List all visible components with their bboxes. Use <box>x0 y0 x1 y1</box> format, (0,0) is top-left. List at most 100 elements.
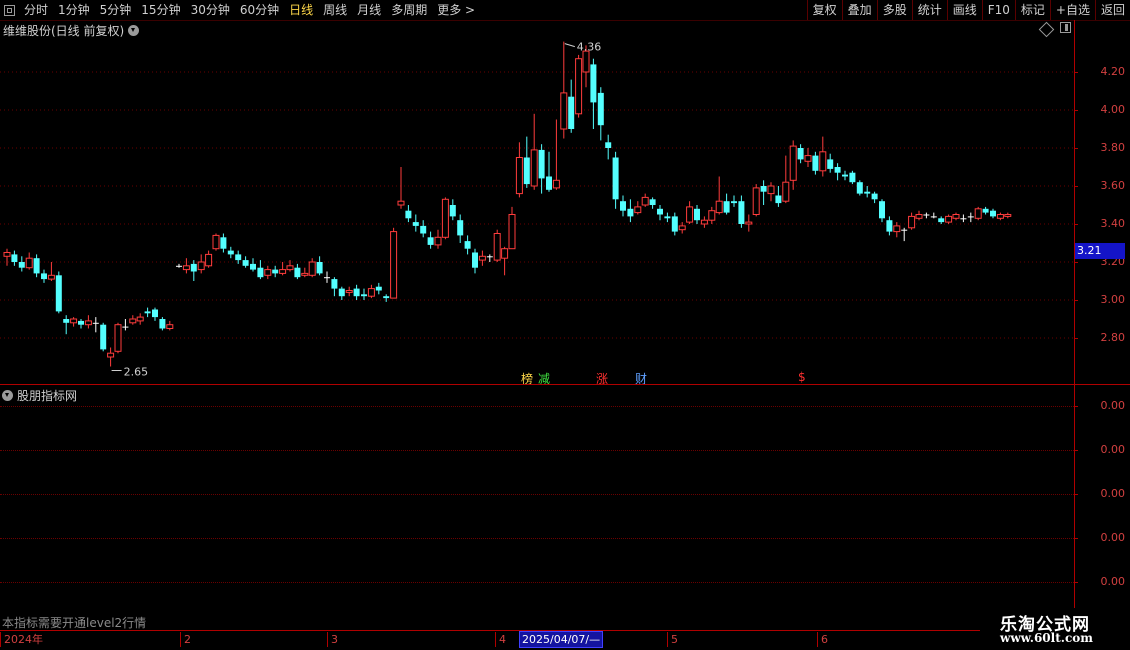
candle[interactable] <box>915 210 923 221</box>
candle[interactable] <box>397 167 405 209</box>
candle[interactable] <box>996 212 1004 221</box>
candle[interactable] <box>923 212 930 219</box>
candle[interactable] <box>664 212 671 223</box>
candle[interactable] <box>960 214 967 223</box>
candle[interactable] <box>457 214 464 244</box>
candle[interactable] <box>441 197 449 240</box>
candle[interactable] <box>420 220 427 238</box>
candle[interactable] <box>129 315 137 325</box>
candle[interactable] <box>856 180 863 196</box>
candle[interactable] <box>279 262 287 276</box>
candle[interactable] <box>945 214 953 225</box>
candle[interactable] <box>782 155 790 204</box>
candle[interactable] <box>546 151 552 192</box>
candle[interactable] <box>220 233 227 253</box>
indicator-title[interactable]: 股朋指标网 <box>2 387 77 404</box>
candle[interactable] <box>345 286 353 297</box>
candle[interactable] <box>501 246 509 276</box>
candle[interactable] <box>367 284 375 299</box>
candle[interactable] <box>18 256 25 272</box>
candle[interactable] <box>938 216 945 224</box>
candle[interactable] <box>152 307 158 321</box>
candle[interactable] <box>990 208 996 219</box>
candle[interactable] <box>114 322 122 354</box>
candle[interactable] <box>375 282 382 295</box>
candle[interactable] <box>308 258 316 278</box>
candle[interactable] <box>731 195 737 207</box>
candle[interactable] <box>568 79 575 133</box>
candle[interactable] <box>264 265 272 280</box>
candle[interactable] <box>166 320 174 331</box>
candle[interactable] <box>649 197 656 209</box>
candle[interactable] <box>227 246 234 259</box>
candle[interactable] <box>486 254 493 262</box>
candle[interactable] <box>472 248 478 274</box>
candle[interactable] <box>775 186 782 207</box>
candle[interactable] <box>700 216 708 228</box>
candle[interactable] <box>871 191 878 204</box>
candle[interactable] <box>383 294 390 302</box>
candle[interactable] <box>55 271 62 314</box>
candle[interactable] <box>427 231 434 249</box>
candle[interactable] <box>508 206 516 250</box>
candle[interactable] <box>250 258 256 272</box>
candle[interactable] <box>789 140 797 190</box>
candle[interactable] <box>523 136 530 188</box>
candlestick-chart[interactable]: 4.36 2.65 <box>0 0 1074 384</box>
candle[interactable] <box>272 265 279 278</box>
candle[interactable] <box>641 193 649 207</box>
candle[interactable] <box>634 201 642 215</box>
candle[interactable] <box>515 142 523 198</box>
candle[interactable] <box>930 212 937 219</box>
candle[interactable] <box>242 256 249 268</box>
candle[interactable] <box>84 315 92 329</box>
candle[interactable] <box>405 205 412 223</box>
candle[interactable] <box>686 201 694 224</box>
candle[interactable] <box>745 214 753 232</box>
candle[interactable] <box>331 277 338 297</box>
candle[interactable] <box>605 134 612 160</box>
candle[interactable] <box>190 260 197 281</box>
candle[interactable] <box>493 229 501 262</box>
candle[interactable] <box>159 317 166 331</box>
candle[interactable] <box>908 212 916 230</box>
candle[interactable] <box>893 222 901 238</box>
candle[interactable] <box>257 260 264 280</box>
candle[interactable] <box>33 254 40 278</box>
candle[interactable] <box>294 263 301 280</box>
candle[interactable] <box>723 193 730 215</box>
candle[interactable] <box>767 182 775 202</box>
candle[interactable] <box>324 271 330 283</box>
event-tag[interactable]: $ <box>798 370 806 384</box>
candle[interactable] <box>620 195 626 217</box>
candle[interactable] <box>715 176 723 215</box>
candle[interactable] <box>107 347 115 367</box>
candle[interactable] <box>449 199 456 221</box>
candle[interactable] <box>627 199 634 223</box>
candle[interactable] <box>804 148 812 167</box>
candle[interactable] <box>834 163 841 181</box>
candle[interactable] <box>361 288 367 300</box>
candle[interactable] <box>530 113 538 190</box>
dropdown-icon[interactable] <box>2 390 13 401</box>
candle[interactable] <box>752 184 760 217</box>
candle[interactable] <box>671 212 678 236</box>
candle[interactable] <box>434 229 442 249</box>
candle[interactable] <box>886 216 893 236</box>
candle[interactable] <box>92 317 99 333</box>
candle[interactable] <box>122 319 129 331</box>
candle[interactable] <box>694 205 700 224</box>
candle[interactable] <box>25 252 33 270</box>
candle[interactable] <box>353 284 360 300</box>
candle[interactable] <box>812 151 819 175</box>
candle[interactable] <box>144 307 151 318</box>
candle[interactable] <box>974 206 982 221</box>
candle[interactable] <box>197 254 205 274</box>
candle[interactable] <box>879 199 885 223</box>
candle[interactable] <box>100 322 107 352</box>
candle[interactable] <box>560 41 568 139</box>
candle[interactable] <box>760 180 767 205</box>
candle[interactable] <box>590 58 597 129</box>
candle[interactable] <box>1004 212 1012 219</box>
panel-separator[interactable] <box>0 384 1130 385</box>
